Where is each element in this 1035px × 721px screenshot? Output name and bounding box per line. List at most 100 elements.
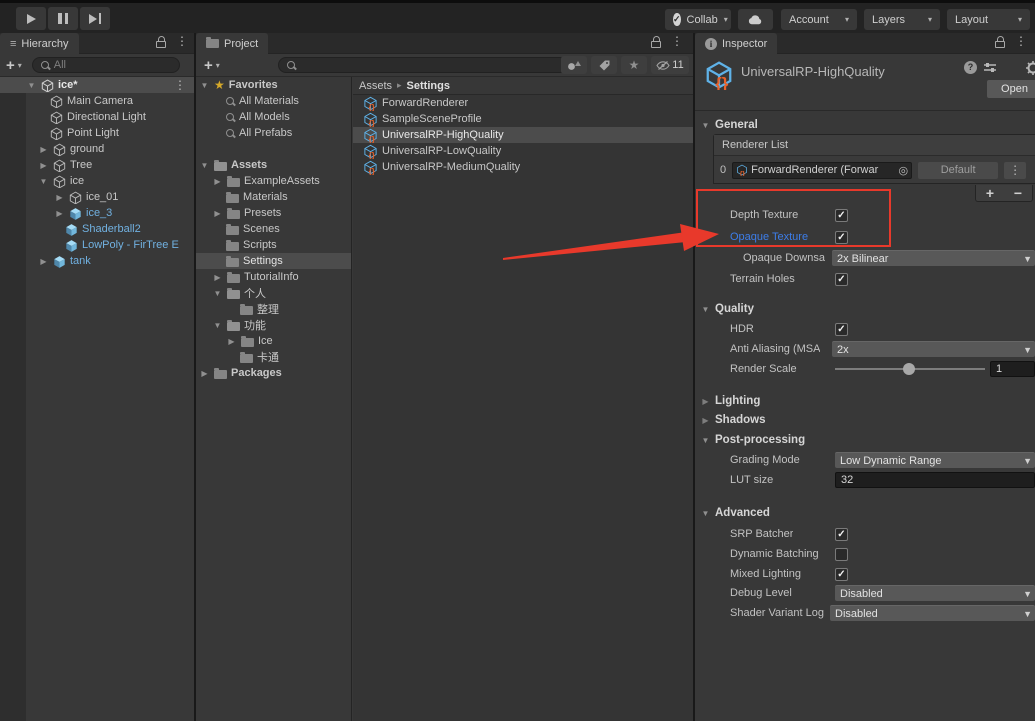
prop-opaque-texture[interactable]: Opaque Texture ✓ [695,229,1035,245]
hierarchy-row[interactable]: Main Camera [0,93,194,109]
hierarchy-row[interactable]: LowPoly - FirTree E [0,237,194,253]
play-button[interactable] [16,7,46,30]
favorites-filter-button[interactable]: ★ [621,56,647,74]
hierarchy-row[interactable]: ▶ ice_01 [0,189,194,205]
object-picker-icon[interactable]: ◎ [899,164,909,177]
foldout-closed-icon[interactable]: ▶ [226,337,237,346]
foldout-closed-icon[interactable]: ▶ [212,209,223,218]
lut-size-field[interactable]: 32 [835,472,1035,488]
tree-row[interactable]: All Prefabs [196,125,351,141]
tree-row[interactable]: ▶ Packages [196,365,351,381]
tab-hierarchy[interactable]: ≡ Hierarchy [0,33,79,54]
tree-row[interactable]: Scripts [196,237,351,253]
prop-depth-texture[interactable]: Depth Texture ✓ [695,207,1035,223]
account-dropdown[interactable]: Account ▾ [781,9,857,30]
hierarchy-row[interactable]: ▶ ice_3 [0,205,194,221]
renderer-row-menu-button[interactable]: ⋮ [1004,162,1026,179]
foldout-closed-icon[interactable]: ▶ [212,273,223,282]
debug-level-dropdown[interactable]: Disabled ▼ [835,585,1035,601]
tree-row[interactable]: ▼ Assets [196,157,351,173]
panel-menu-icon[interactable]: ⋮ [1015,36,1027,46]
remove-item-button[interactable]: − [1014,185,1022,201]
foldout-open-icon[interactable]: ▼ [212,289,223,298]
tree-row[interactable]: 整理 [196,301,351,317]
hierarchy-row[interactable]: Point Light [0,125,194,141]
scene-row[interactable]: ▼ ice* ⋮ [0,77,194,93]
presets-icon[interactable] [983,61,997,74]
foldout-open-icon[interactable]: ▼ [199,81,210,90]
foldout-closed-icon[interactable]: ▶ [54,209,65,218]
render-scale-field[interactable]: 1 [990,361,1035,377]
opaque-downsampling-dropdown[interactable]: 2x Bilinear ▼ [832,250,1035,266]
tree-row[interactable]: ▶ TutorialInfo [196,269,351,285]
project-search-input[interactable] [278,57,568,73]
checkbox[interactable]: ✓ [835,231,848,244]
collab-dropdown[interactable]: ✓ Collab ▾ [665,9,731,30]
scene-menu-icon[interactable]: ⋮ [174,80,186,90]
panel-menu-icon[interactable]: ⋮ [176,36,188,46]
tab-inspector[interactable]: i Inspector [695,33,777,54]
checkbox[interactable]: ✓ [835,568,848,581]
gear-icon[interactable] [1026,61,1035,75]
tree-row-settings[interactable]: Settings [196,253,351,269]
foldout-open-icon[interactable]: ▼ [38,177,49,186]
hierarchy-row[interactable]: ▶ Tree [0,157,194,173]
foldout-open-icon[interactable]: ▼ [199,161,210,170]
file-row[interactable]: {} UniversalRP-MediumQuality [353,159,693,175]
step-button[interactable] [80,7,110,30]
anti-aliasing-dropdown[interactable]: 2x ▼ [832,341,1035,357]
renderer-object-field[interactable]: {} ForwardRenderer (Forwar ◎ [732,162,912,179]
section-post-processing[interactable]: ▼ Post-processing [695,432,1035,448]
section-quality[interactable]: ▼ Quality [695,301,1035,317]
render-scale-slider[interactable] [835,361,985,377]
create-button[interactable]: + [6,57,15,74]
search-by-label-button[interactable] [591,56,617,74]
panel-menu-icon[interactable]: ⋮ [671,36,683,46]
foldout-closed-icon[interactable]: ▶ [38,257,49,266]
file-row-selected[interactable]: {} UniversalRP-HighQuality [353,127,693,143]
foldout-closed-icon[interactable]: ▶ [38,145,49,154]
checkbox[interactable] [835,548,848,561]
hierarchy-row[interactable]: ▶ ground [0,141,194,157]
hierarchy-row[interactable]: Directional Light [0,109,194,125]
foldout-closed-icon[interactable]: ▶ [54,193,65,202]
checkbox[interactable]: ✓ [835,528,848,541]
hierarchy-row[interactable]: Shaderball2 [0,221,194,237]
lock-icon[interactable] [649,35,661,47]
layers-dropdown[interactable]: Layers ▾ [864,9,940,30]
breadcrumb-current[interactable]: Settings [407,80,450,92]
grading-mode-dropdown[interactable]: Low Dynamic Range ▼ [835,452,1035,468]
lock-icon[interactable] [154,35,166,47]
tree-row[interactable]: All Models [196,109,351,125]
section-advanced[interactable]: ▼ Advanced [695,505,1035,521]
section-shadows[interactable]: ▶ Shadows [695,412,1035,428]
tree-row[interactable]: Scenes [196,221,351,237]
tab-project[interactable]: Project [196,33,268,54]
checkbox[interactable]: ✓ [835,273,848,286]
foldout-closed-icon[interactable]: ▶ [199,369,210,378]
tree-row[interactable]: Materials [196,189,351,205]
foldout-open-icon[interactable]: ▼ [26,81,37,90]
create-caret-icon[interactable]: ▾ [216,61,220,70]
tree-row[interactable]: ▼ ★ Favorites [196,77,351,93]
create-caret-icon[interactable]: ▾ [18,61,22,70]
section-lighting[interactable]: ▶ Lighting [695,393,1035,409]
tree-row[interactable]: 卡通 [196,349,351,365]
foldout-closed-icon[interactable]: ▶ [212,177,223,186]
tree-row[interactable]: All Materials [196,93,351,109]
prop-dynamic-batching[interactable]: Dynamic Batching [695,546,1035,562]
checkbox[interactable]: ✓ [835,209,848,222]
pause-button[interactable] [48,7,78,30]
slider-thumb[interactable] [903,363,915,375]
create-button[interactable]: + [204,57,213,74]
file-row[interactable]: {} UniversalRP-LowQuality [353,143,693,159]
foldout-closed-icon[interactable]: ▶ [38,161,49,170]
breadcrumb-root[interactable]: Assets [359,80,392,92]
lock-icon[interactable] [993,35,1005,47]
foldout-open-icon[interactable]: ▼ [212,321,223,330]
section-general[interactable]: ▼ General [695,117,1035,133]
open-button[interactable]: Open [987,80,1035,98]
tree-row[interactable]: ▼ 功能 [196,317,351,333]
hierarchy-row[interactable]: ▼ ice [0,173,194,189]
prop-srp-batcher[interactable]: SRP Batcher ✓ [695,526,1035,542]
